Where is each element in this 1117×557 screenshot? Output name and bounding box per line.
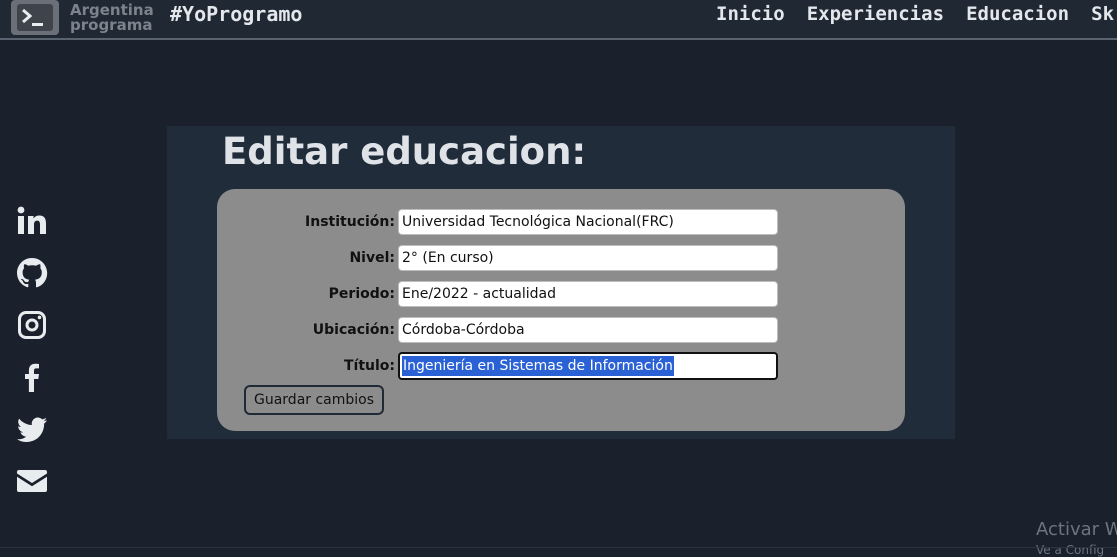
brand-line-2: programa: [70, 16, 153, 34]
terminal-icon[interactable]: [11, 0, 59, 35]
ubicacion-label: Ubicación:: [312, 322, 395, 338]
envelope-icon[interactable]: [16, 465, 48, 497]
social-links: [16, 205, 48, 517]
institucion-label: Institución:: [305, 214, 395, 230]
education-form: Institución: Nivel: Periodo: Ubicación: …: [217, 189, 905, 431]
nivel-input[interactable]: [398, 245, 778, 271]
top-navbar: Argentina programa #YoProgramo Inicio Ex…: [0, 0, 1117, 40]
nav-link-skills[interactable]: Sk: [1091, 3, 1114, 25]
form-row-nivel: Nivel:: [217, 245, 905, 273]
activation-watermark: Activar W: [1036, 519, 1117, 540]
nav-link-experiencias[interactable]: Experiencias: [807, 3, 944, 25]
page-title: Editar educacion:: [222, 130, 587, 173]
activation-watermark-sub: Ve a Config: [1036, 543, 1105, 557]
form-row-titulo: Título: Ingeniería en Sistemas de Inform…: [217, 352, 905, 380]
bottom-divider: [0, 547, 1117, 548]
titulo-input[interactable]: [398, 352, 778, 380]
brand-logo[interactable]: Argentina programa: [70, 3, 154, 33]
periodo-input[interactable]: [398, 281, 778, 307]
nav-link-inicio[interactable]: Inicio: [716, 3, 785, 25]
institucion-input[interactable]: [398, 209, 778, 235]
nav-link-educacion[interactable]: Educacion: [966, 3, 1069, 25]
save-changes-button[interactable]: Guardar cambios: [244, 385, 385, 415]
main-nav: Inicio Experiencias Educacion Sk: [716, 3, 1117, 25]
nivel-label: Nivel:: [349, 250, 395, 266]
titulo-label: Título:: [343, 358, 395, 374]
twitter-icon[interactable]: [16, 413, 48, 445]
ubicacion-input[interactable]: [398, 317, 778, 343]
github-icon[interactable]: [16, 257, 48, 289]
form-row-periodo: Periodo:: [217, 281, 905, 309]
edit-education-panel: Editar educacion: Institución: Nivel: Pe…: [167, 126, 955, 439]
periodo-label: Periodo:: [328, 286, 395, 302]
facebook-icon[interactable]: [16, 361, 48, 393]
form-row-ubicacion: Ubicación:: [217, 317, 905, 345]
site-title: #YoProgramo: [170, 2, 303, 26]
form-row-institucion: Institución:: [217, 209, 905, 237]
instagram-icon[interactable]: [16, 309, 48, 341]
linkedin-icon[interactable]: [16, 205, 48, 237]
